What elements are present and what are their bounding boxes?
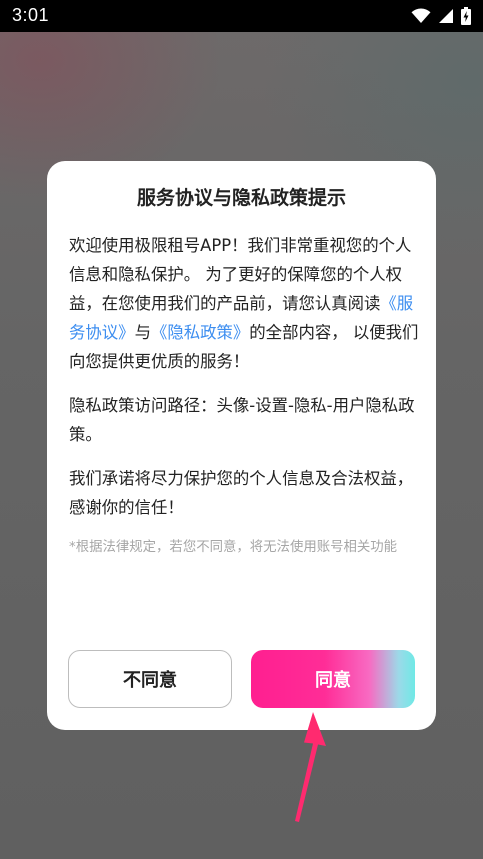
dialog-title: 服务协议与隐私政策提示 — [136, 187, 346, 209]
intro-text-and: 与 — [134, 323, 151, 342]
agree-button[interactable]: 同意 — [251, 650, 415, 708]
status-bar: 3:01 — [0, 0, 483, 32]
wifi-icon — [411, 8, 431, 24]
battery-charging-icon — [461, 7, 471, 25]
intro-text-part1: 欢迎使用极限租号APP！我们非常重视您的个人信息和隐私保护。 为了更好的保障您的… — [69, 236, 412, 313]
intro-paragraph: 欢迎使用极限租号APP！我们非常重视您的个人信息和隐私保护。 为了更好的保障您的… — [69, 231, 419, 376]
promise-paragraph: 我们承诺将尽力保护您的个人信息及合法权益，感谢你的信任！ — [69, 469, 414, 517]
privacy-consent-dialog: 服务协议与隐私政策提示 欢迎使用极限租号APP！我们非常重视您的个人信息和隐私保… — [47, 161, 436, 730]
pointer-arrow-icon — [284, 706, 328, 828]
legal-note: *根据法律规定，若您不同意，将无法使用账号相关功能 — [69, 540, 398, 555]
cellular-signal-icon — [438, 8, 454, 24]
privacy-policy-link[interactable]: 《隐私政策》 — [151, 323, 249, 342]
status-time: 3:01 — [12, 5, 50, 25]
status-icons — [411, 6, 471, 26]
disagree-button[interactable]: 不同意 — [68, 650, 232, 708]
privacy-path-paragraph: 隐私政策访问路径：头像-设置-隐私-用户隐私政策。 — [69, 396, 415, 444]
dialog-body: 欢迎使用极限租号APP！我们非常重视您的个人信息和隐私保护。 为了更好的保障您的… — [69, 231, 419, 560]
